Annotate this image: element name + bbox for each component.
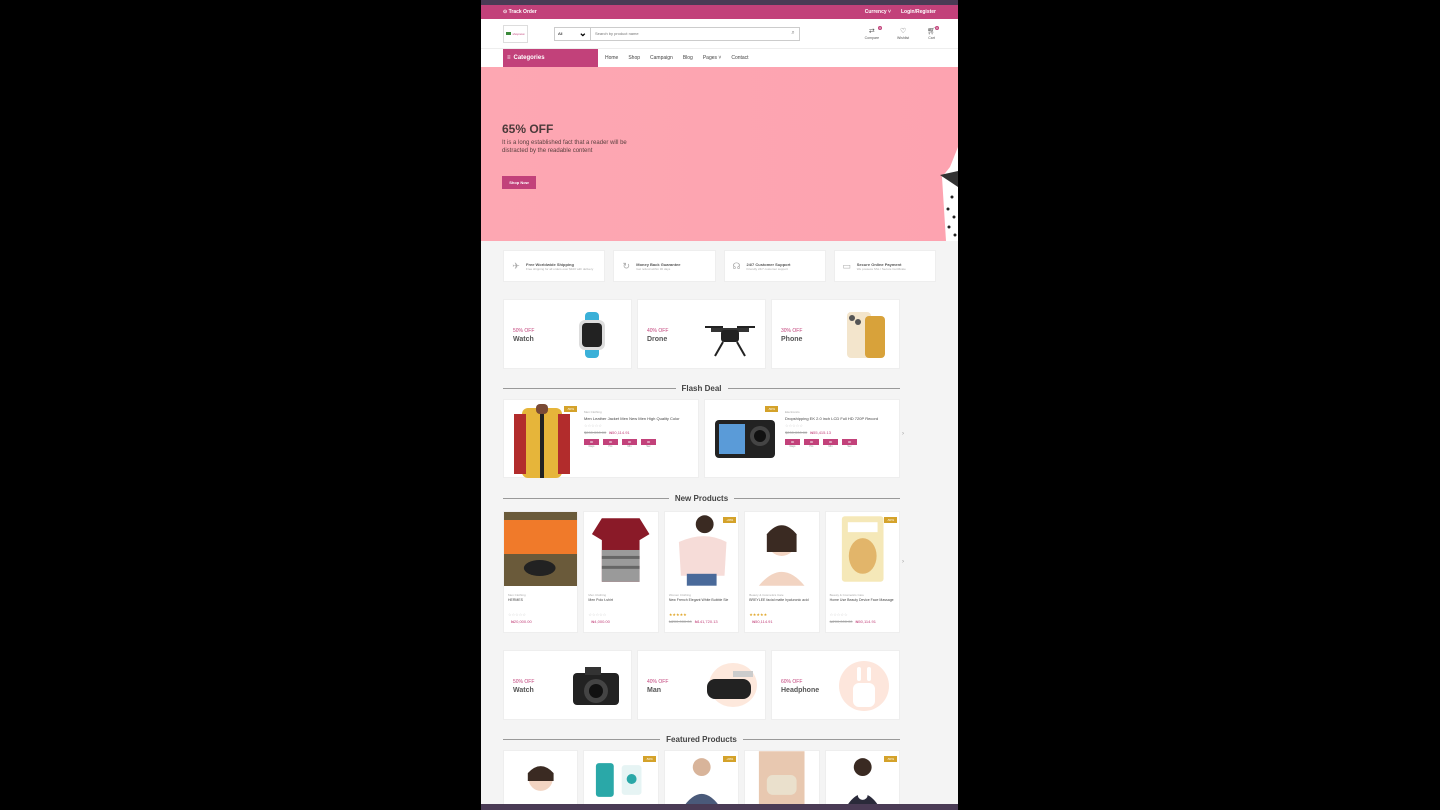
promo-watch[interactable]: 50% OFF Watch: [503, 299, 632, 369]
plane-icon: ✈: [512, 260, 520, 271]
logo-text: shopnow: [512, 31, 525, 36]
search-input[interactable]: [591, 27, 787, 40]
flash-deal-list: -50% Men Clothing Men Leather Jacket Men…: [481, 393, 958, 478]
hero-text: It is a long established fact that a rea…: [502, 140, 627, 154]
refresh-icon: ↻: [622, 260, 631, 271]
product-card[interactable]: [744, 750, 820, 810]
nav-blog[interactable]: Blog: [683, 55, 693, 61]
new-products-list: Men Clothing HERMES ☆☆☆☆☆ ₦20,000.00 Men…: [481, 503, 958, 633]
nav-contact[interactable]: Contact: [731, 55, 748, 61]
hero-title: 65% OFF: [502, 122, 554, 136]
chevron-down-icon: ⌄: [578, 27, 587, 39]
shop-page: ⊙ Track Order Currency ˅ Login/Register …: [481, 0, 958, 810]
nav-pages[interactable]: Pages ˅: [703, 55, 722, 61]
product-image: [527, 766, 554, 791]
cart-button[interactable]: 🛒︎ 0 Cart: [927, 25, 939, 40]
nav-shop[interactable]: Shop: [628, 55, 640, 61]
promo-vr[interactable]: 40% OFF Man: [637, 650, 766, 720]
top-bar: ⊙ Track Order Currency ˅ Login/Register: [481, 5, 958, 19]
product-card[interactable]: -50% Beauty & Cosmetics Care Home Use Be…: [824, 511, 901, 633]
taskbar-strip: [481, 804, 958, 810]
track-order-link[interactable]: ⊙ Track Order: [503, 9, 537, 15]
search-icon[interactable]: ⌕: [787, 28, 799, 40]
product-card[interactable]: -50%: [583, 750, 659, 810]
logo[interactable]: shopnow: [503, 24, 528, 43]
earbuds-image: [839, 661, 889, 711]
currency-dropdown[interactable]: Currency ˅: [865, 9, 891, 15]
flag-icon: [506, 32, 512, 35]
heart-icon: ♡: [899, 27, 907, 35]
nav-campaign[interactable]: Campaign: [650, 55, 673, 61]
product-card[interactable]: Men Clothing Men Polo t-shirt ☆☆☆☆☆ ₦4,0…: [583, 511, 659, 633]
product-card[interactable]: [503, 750, 579, 810]
promo-camera[interactable]: 50% OFF Watch: [503, 650, 632, 720]
promo-phone[interactable]: 30% OFF Phone: [771, 299, 900, 369]
camera-image: [573, 667, 619, 705]
chevron-right-icon[interactable]: ›: [902, 431, 904, 437]
product-image: [664, 512, 739, 586]
search-category-select[interactable]: All ⌄: [555, 27, 591, 40]
promo-headphone[interactable]: 60% OFF Headphone: [771, 650, 900, 720]
phone-image: [847, 312, 885, 358]
menu-icon: ≡: [507, 55, 511, 61]
headset-icon: ☊: [732, 260, 741, 271]
promo-row-1: 50% OFF Watch 40% OFF Drone 30% OFF Phone: [481, 282, 958, 369]
watch-image: [579, 312, 605, 358]
compare-icon: ⇄: [868, 27, 875, 35]
product-card[interactable]: -20% Women Clothing New French Elegant W…: [663, 511, 740, 633]
product-card[interactable]: Beauty & Cosmetics Care BREYLEE facial m…: [744, 511, 820, 633]
product-card[interactable]: -20%: [663, 750, 740, 810]
countdown-timer: 00 Days 00 Hrs 00 Min 00 Sec: [785, 439, 895, 448]
flash-deal-heading: Flash Deal: [481, 384, 958, 393]
header: shopnow All ⌄ ⌕ ⇄ 0 Compare ♡ Wishlist 🛒…: [481, 19, 958, 49]
nav-home[interactable]: Home: [605, 55, 618, 61]
search-bar: All ⌄ ⌕: [554, 26, 800, 41]
card-icon: ▭: [842, 260, 851, 271]
compare-button[interactable]: ⇄ 0 Compare: [865, 25, 883, 40]
chevron-right-icon[interactable]: ›: [902, 559, 904, 565]
hero-product-image: [940, 147, 958, 241]
vr-headset-image: [707, 663, 757, 707]
featured-products-list: -50% -20% -50%: [481, 744, 958, 810]
rating-stars: ☆☆☆☆☆: [785, 423, 803, 428]
wishlist-button[interactable]: ♡ Wishlist: [897, 28, 909, 40]
main-nav: ≡ Categories Home Shop Campaign Blog Page…: [481, 49, 958, 67]
feature-shipping: ✈ Free Worldwide Shipping Free shipping f…: [503, 250, 606, 282]
categories-button[interactable]: ≡ Categories: [503, 49, 598, 67]
product-image: [825, 512, 900, 586]
product-card[interactable]: Men Clothing HERMES ☆☆☆☆☆ ₦20,000.00: [503, 511, 579, 633]
shop-now-button[interactable]: Shop Now: [502, 176, 536, 189]
product-image: [584, 512, 658, 586]
feature-list: ✈ Free Worldwide Shipping Free shipping f…: [481, 241, 958, 282]
product-image: [745, 512, 819, 586]
feature-money-back: ↻ Money Back Guarantee Get refund within …: [613, 250, 716, 282]
product-image: [504, 512, 578, 586]
feature-support: ☊ 24/7 Customer Support Friendly 24/7 cus…: [723, 250, 826, 282]
drone-image: [705, 326, 755, 357]
flash-card[interactable]: -50% Electronics Dropshipping EK 2.0 inc…: [704, 399, 900, 478]
flash-card[interactable]: -50% Men Clothing Men Leather Jacket Men…: [503, 399, 699, 478]
new-products-heading: New Products: [481, 494, 958, 503]
hero-banner: 65% OFF It is a long established fact th…: [481, 67, 958, 241]
promo-drone[interactable]: 40% OFF Drone: [637, 299, 766, 369]
product-card[interactable]: -50%: [824, 750, 901, 810]
featured-products-heading: Featured Products: [481, 735, 958, 744]
rating-stars: ☆☆☆☆☆: [584, 423, 602, 428]
login-link[interactable]: Login/Register: [901, 9, 936, 15]
promo-row-2: 50% OFF Watch 40% OFF Man 60% OFF Headphone: [481, 633, 958, 720]
feature-payment: ▭ Secure Online Payment We possess SSL / …: [833, 250, 936, 282]
countdown-timer: 00 Days 00 Hrs 00 Min 00 Sec: [584, 439, 694, 448]
product-image: [759, 751, 805, 809]
